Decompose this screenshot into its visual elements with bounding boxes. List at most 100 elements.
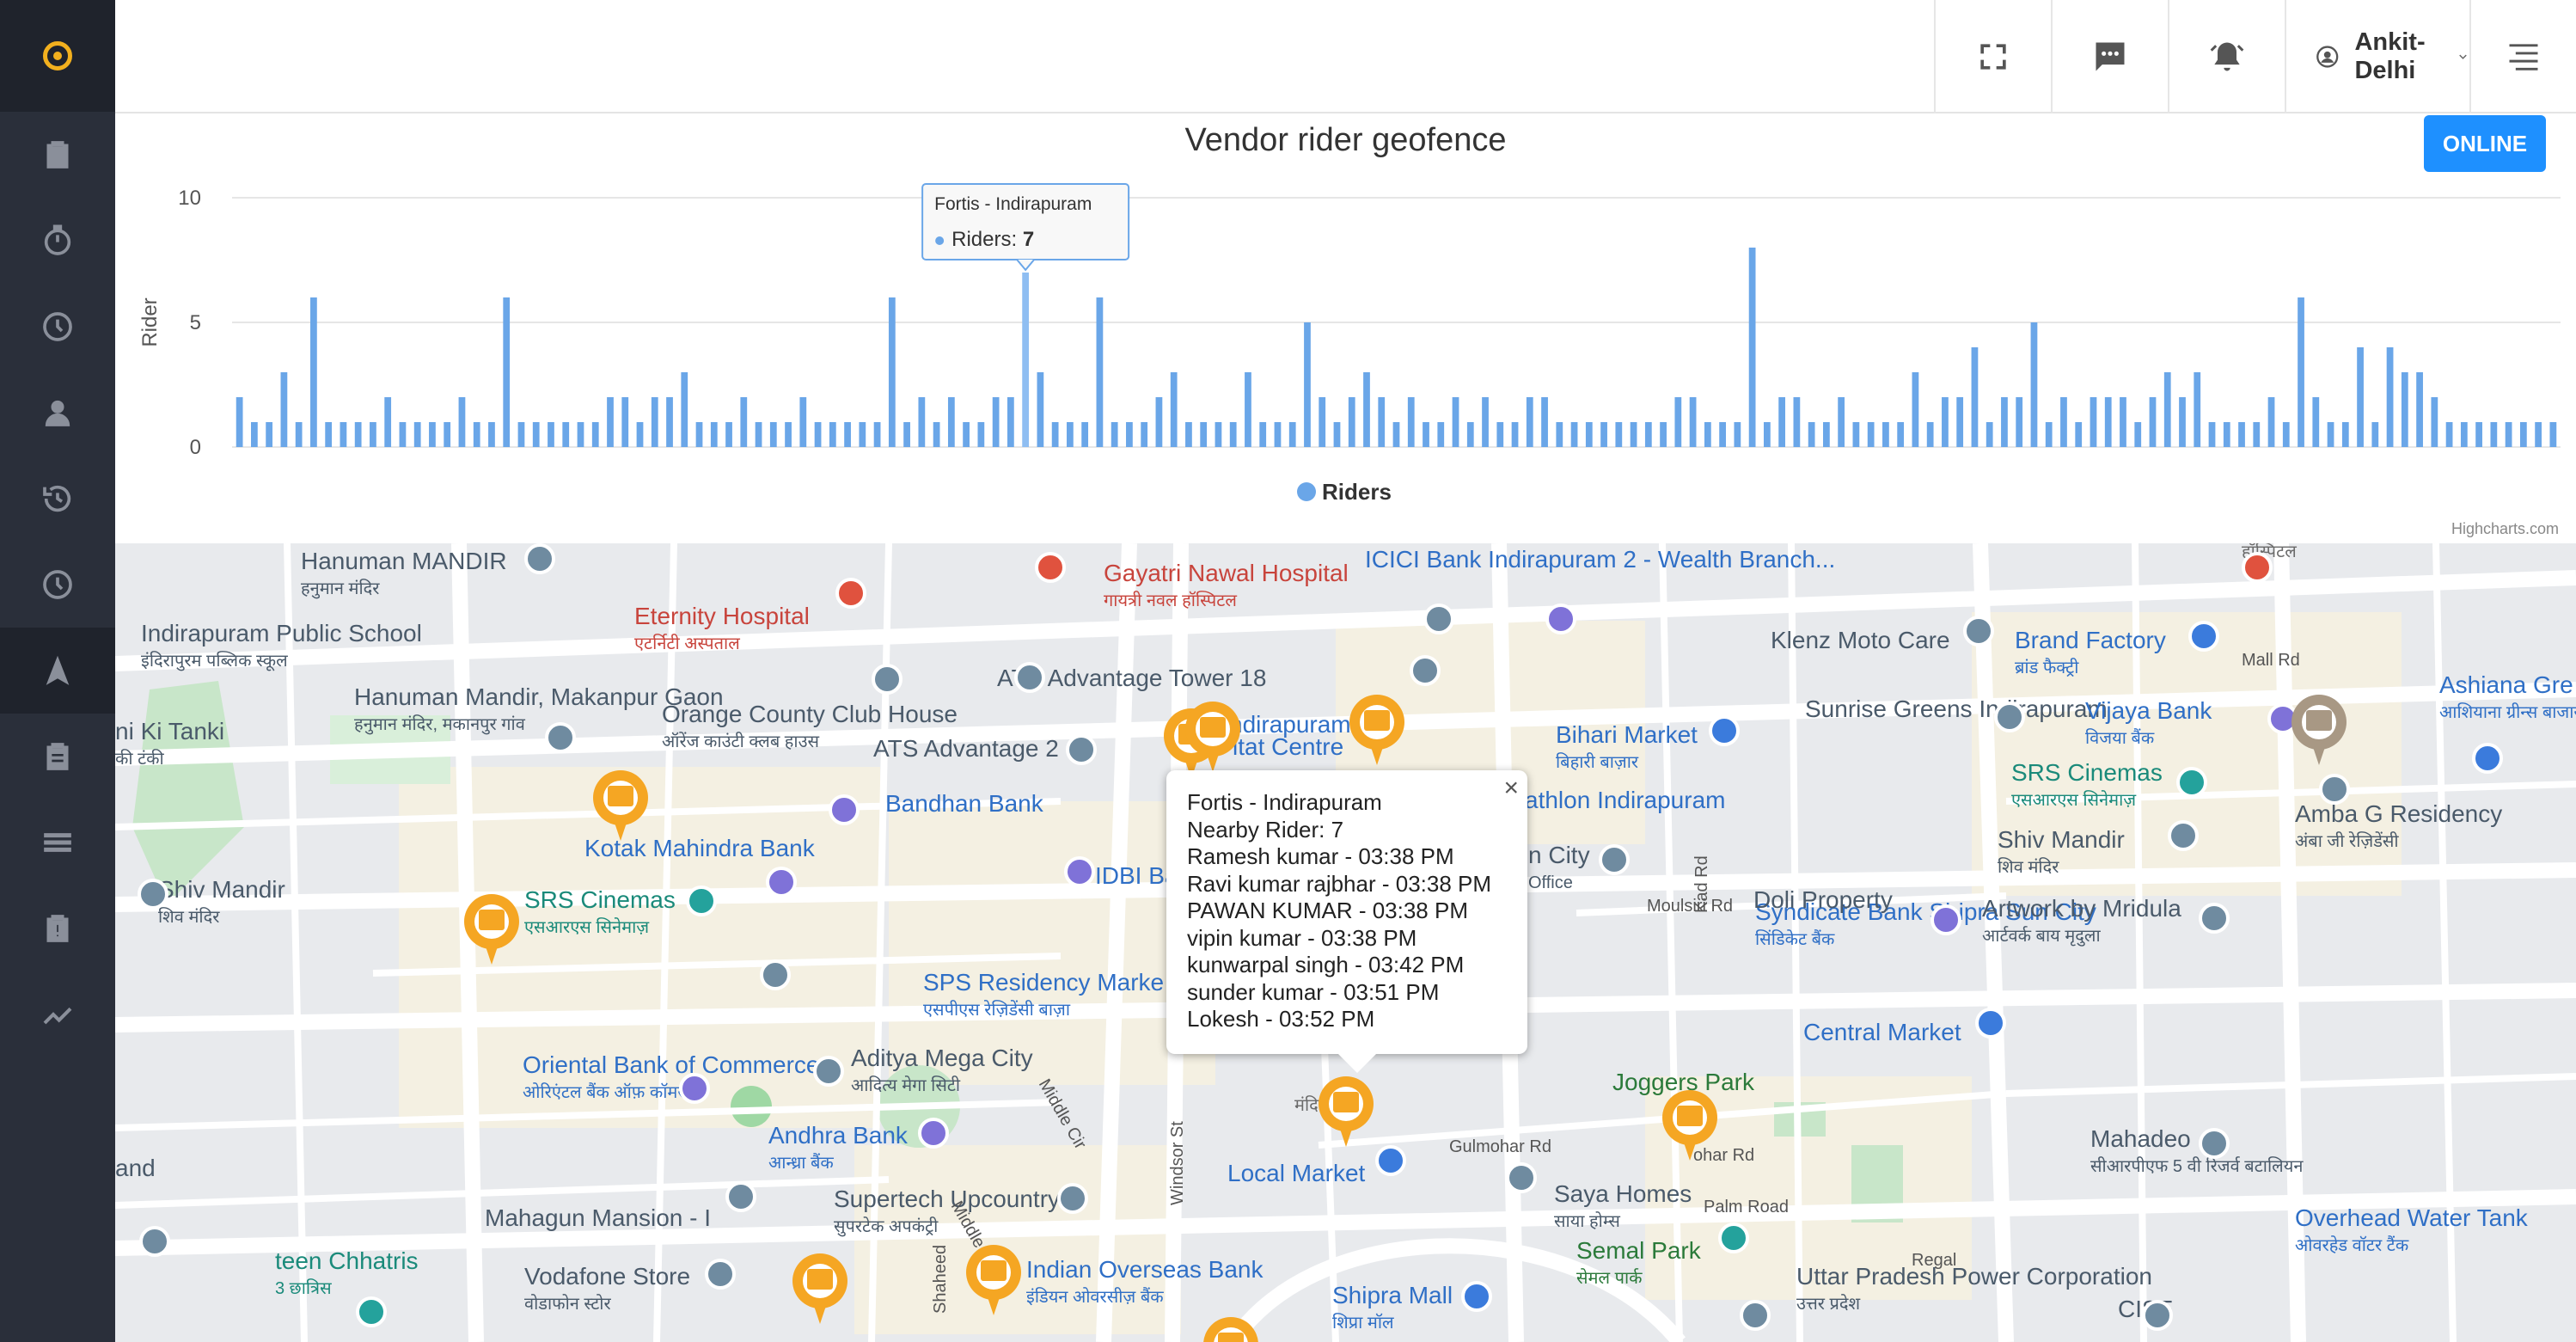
bar[interactable] xyxy=(1245,372,1251,447)
bar[interactable] xyxy=(1170,372,1178,447)
vendor-pin[interactable] xyxy=(464,894,519,965)
bar[interactable] xyxy=(1615,422,1623,447)
bar[interactable] xyxy=(933,422,940,447)
bar[interactable] xyxy=(2120,397,2126,447)
bar[interactable] xyxy=(2505,422,2512,447)
bar[interactable] xyxy=(2371,422,2379,447)
bar[interactable] xyxy=(1111,422,1118,447)
hospital-marker[interactable] xyxy=(835,578,866,609)
bar[interactable] xyxy=(607,397,614,447)
sidebar-item-7[interactable] xyxy=(0,628,115,714)
bar[interactable] xyxy=(1348,397,1355,447)
bar[interactable] xyxy=(1986,422,1993,447)
cinema-marker[interactable] xyxy=(686,885,717,916)
bar[interactable] xyxy=(2075,422,2083,447)
shopping-marker[interactable] xyxy=(1375,1145,1406,1176)
bar[interactable] xyxy=(1956,397,1964,447)
chart-legend[interactable]: Riders xyxy=(1297,479,1392,505)
bar[interactable] xyxy=(458,397,466,447)
bar[interactable] xyxy=(310,297,317,447)
bar[interactable] xyxy=(992,397,1000,447)
bar[interactable] xyxy=(2386,347,2394,447)
bar[interactable] xyxy=(2519,422,2527,447)
bar[interactable] xyxy=(384,397,392,447)
hospital-marker[interactable] xyxy=(1035,552,1066,583)
bar[interactable] xyxy=(2282,422,2290,447)
bar[interactable] xyxy=(2401,372,2408,447)
bar[interactable] xyxy=(1926,422,1934,447)
bar[interactable] xyxy=(2149,397,2157,447)
bar[interactable] xyxy=(2179,397,2186,447)
bar[interactable] xyxy=(1482,397,1489,447)
bar[interactable] xyxy=(2460,422,2468,447)
bar[interactable] xyxy=(1971,347,1979,447)
bar[interactable] xyxy=(829,422,836,447)
bar[interactable] xyxy=(1763,422,1771,447)
bar[interactable] xyxy=(1155,397,1163,447)
bar[interactable] xyxy=(844,422,851,447)
bar[interactable] xyxy=(2090,397,2097,447)
bar[interactable] xyxy=(1823,422,1830,447)
vendor-pin[interactable] xyxy=(1185,702,1240,772)
place-marker[interactable] xyxy=(1506,1162,1537,1193)
bar[interactable] xyxy=(873,422,881,447)
bar[interactable] xyxy=(1333,422,1341,447)
bar[interactable] xyxy=(1319,397,1326,447)
sidebar-item-3[interactable] xyxy=(0,284,115,370)
bar[interactable] xyxy=(444,422,451,447)
bank-marker[interactable] xyxy=(1930,904,1961,935)
bar[interactable] xyxy=(2549,422,2557,447)
bar[interactable] xyxy=(548,422,554,447)
bar[interactable] xyxy=(1541,397,1548,447)
bar[interactable] xyxy=(725,422,732,447)
bar[interactable] xyxy=(2045,422,2053,447)
bar[interactable] xyxy=(250,422,258,447)
bar[interactable] xyxy=(1897,422,1905,447)
bar[interactable] xyxy=(888,297,896,447)
vendor-pin-inactive[interactable] xyxy=(2291,695,2347,765)
shopping-marker[interactable] xyxy=(2472,743,2503,774)
sidebar-item-10[interactable] xyxy=(0,885,115,971)
bar[interactable] xyxy=(280,372,288,447)
bar[interactable] xyxy=(1437,422,1445,447)
bar[interactable] xyxy=(1719,422,1726,447)
shopping-marker[interactable] xyxy=(1709,715,1740,746)
bank-marker[interactable] xyxy=(918,1118,949,1149)
bar[interactable] xyxy=(1126,422,1133,447)
place-marker[interactable] xyxy=(872,664,903,695)
bar[interactable] xyxy=(1496,422,1504,447)
bar[interactable] xyxy=(2060,397,2067,447)
sidebar-item-6[interactable] xyxy=(0,542,115,628)
vendor-pin[interactable] xyxy=(593,770,648,841)
menu-toggle-button[interactable] xyxy=(2469,0,2576,113)
bar[interactable] xyxy=(1778,397,1786,447)
bar[interactable] xyxy=(1392,422,1400,447)
bar[interactable] xyxy=(666,397,673,447)
bar[interactable] xyxy=(1452,397,1459,447)
bar[interactable] xyxy=(2104,397,2112,447)
bar[interactable] xyxy=(266,422,273,447)
cinema-marker[interactable] xyxy=(2176,767,2207,798)
bar[interactable] xyxy=(1096,297,1104,447)
bar[interactable] xyxy=(785,422,792,447)
place-marker[interactable] xyxy=(1994,702,2025,732)
bar[interactable] xyxy=(2490,422,2498,447)
bar[interactable] xyxy=(1644,422,1652,447)
alerts-button[interactable] xyxy=(2168,0,2285,113)
bar[interactable] xyxy=(814,422,822,447)
bank-marker[interactable] xyxy=(1064,856,1095,887)
bar[interactable] xyxy=(2298,297,2304,447)
bar[interactable] xyxy=(2194,372,2201,447)
bar[interactable] xyxy=(1423,422,1429,447)
place-marker[interactable] xyxy=(2199,903,2230,934)
bar[interactable] xyxy=(2475,422,2482,447)
bar[interactable] xyxy=(370,422,376,447)
bar[interactable] xyxy=(503,297,511,447)
bar[interactable] xyxy=(429,422,436,447)
sidebar-item-4[interactable] xyxy=(0,370,115,456)
place-marker[interactable] xyxy=(1066,734,1097,765)
place-marker[interactable] xyxy=(1963,616,1994,646)
bar[interactable] xyxy=(1185,422,1192,447)
bar[interactable] xyxy=(295,422,303,447)
bar[interactable] xyxy=(1526,397,1533,447)
